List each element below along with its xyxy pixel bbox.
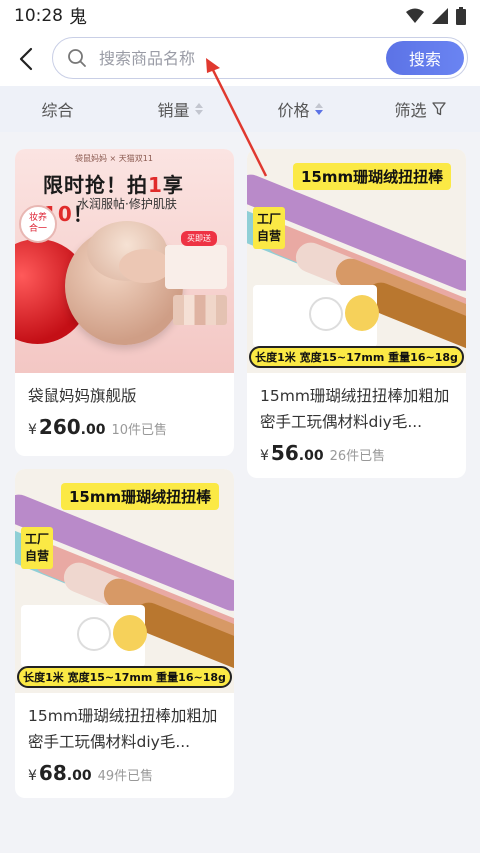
status-time: 10:28 [14, 6, 63, 26]
back-button[interactable] [0, 32, 52, 86]
tab-label: 筛选 [394, 101, 427, 120]
product-card[interactable]: 15mm珊瑚绒扭扭棒 工厂 自营 长度1米 宽度15~17mm 重量16~18g… [247, 149, 466, 478]
product-image: 15mm珊瑚绒扭扭棒 工厂 自营 长度1米 宽度15~17mm 重量16~18g [247, 149, 466, 373]
sold-count: 10件已售 [111, 423, 168, 438]
back-arrow-icon [19, 47, 33, 71]
price-row: ¥ 68 .00 49件已售 [15, 755, 234, 785]
filter-icon [431, 102, 446, 116]
tab-filter[interactable]: 筛选 [360, 97, 480, 121]
gift-label: 买即送 [181, 231, 217, 246]
tab-sales[interactable]: 销量 [120, 97, 240, 121]
sold-count: 26件已售 [329, 449, 386, 464]
sold-count: 49件已售 [97, 769, 154, 784]
product-title: 15mm珊瑚绒扭扭棒加粗加密手工玩偶材料diy毛... [260, 387, 450, 431]
currency-symbol: ¥ [28, 422, 37, 438]
image-badge: 妆养 合一 [19, 205, 57, 243]
yellow-dog-graphic [113, 615, 147, 651]
search-header: 搜索 [0, 32, 480, 86]
white-dog-graphic [77, 617, 111, 651]
status-indicators [406, 7, 466, 25]
search-bar[interactable]: 搜索 [52, 37, 468, 79]
gift-kit-graphic [165, 245, 227, 289]
sort-arrows-icon [194, 103, 203, 115]
price-row: ¥ 260 .00 10件已售 [15, 409, 234, 439]
sort-arrows-icon [314, 103, 323, 115]
status-bar: 10:28 鬼 [0, 0, 480, 32]
powder-puff-graphic [119, 249, 171, 283]
factory-tag: 工厂 自营 [21, 527, 54, 569]
tab-price[interactable]: 价格 [240, 97, 360, 121]
currency-symbol: ¥ [28, 768, 37, 784]
app-notification-icon: 鬼 [69, 7, 87, 28]
currency-symbol: ¥ [260, 448, 269, 464]
price-integer: 56 [270, 441, 299, 465]
factory-tag: 工厂 自营 [253, 207, 286, 249]
wifi-icon [406, 8, 424, 23]
image-title: 15mm珊瑚绒扭扭棒 [293, 163, 452, 190]
search-button[interactable]: 搜索 [386, 41, 464, 75]
price-decimal: .00 [298, 448, 324, 464]
image-subtitle: 水润服帖·修护肌肤 [77, 197, 177, 211]
price-decimal: .00 [80, 422, 106, 438]
tab-label: 综合 [41, 101, 74, 120]
spec-bar: 长度1米 宽度15~17mm 重量16~18g [249, 346, 464, 368]
price-decimal: .00 [66, 768, 92, 784]
white-dog-graphic [309, 297, 343, 331]
product-title: 袋鼠妈妈旗舰版 [28, 387, 137, 405]
image-title: 15mm珊瑚绒扭扭棒 [61, 483, 220, 510]
tab-comprehensive[interactable]: 综合 [0, 97, 120, 121]
yellow-dog-graphic [345, 295, 379, 331]
search-input[interactable] [99, 48, 369, 68]
battery-icon [456, 7, 466, 25]
bottles-graphic [173, 295, 227, 325]
search-icon [67, 48, 87, 68]
price-integer: 68 [38, 761, 67, 785]
sort-tabs: 综合 销量 价格 筛选 [0, 86, 480, 132]
product-image: 15mm珊瑚绒扭扭棒 工厂 自营 长度1米 宽度15~17mm 重量16~18g [15, 469, 234, 693]
price-integer: 260 [38, 415, 81, 439]
spec-bar: 长度1米 宽度15~17mm 重量16~18g [17, 666, 232, 688]
product-card[interactable]: 15mm珊瑚绒扭扭棒 工厂 自营 长度1米 宽度15~17mm 重量16~18g… [15, 469, 234, 798]
tab-label: 价格 [277, 101, 310, 120]
price-row: ¥ 56 .00 26件已售 [247, 435, 466, 465]
image-brand-text: 袋鼠妈妈 × 天猫双11 [75, 154, 153, 163]
product-card[interactable]: 袋鼠妈妈 × 天猫双11 限时抢！拍1享10！ 水润服帖·修护肌肤 妆养 合一 … [15, 149, 234, 456]
tab-label: 销量 [157, 101, 190, 120]
product-title: 15mm珊瑚绒扭扭棒加粗加密手工玩偶材料diy毛... [28, 707, 218, 751]
cellular-signal-icon [432, 8, 448, 24]
product-image: 袋鼠妈妈 × 天猫双11 限时抢！拍1享10！ 水润服帖·修护肌肤 妆养 合一 … [15, 149, 234, 373]
